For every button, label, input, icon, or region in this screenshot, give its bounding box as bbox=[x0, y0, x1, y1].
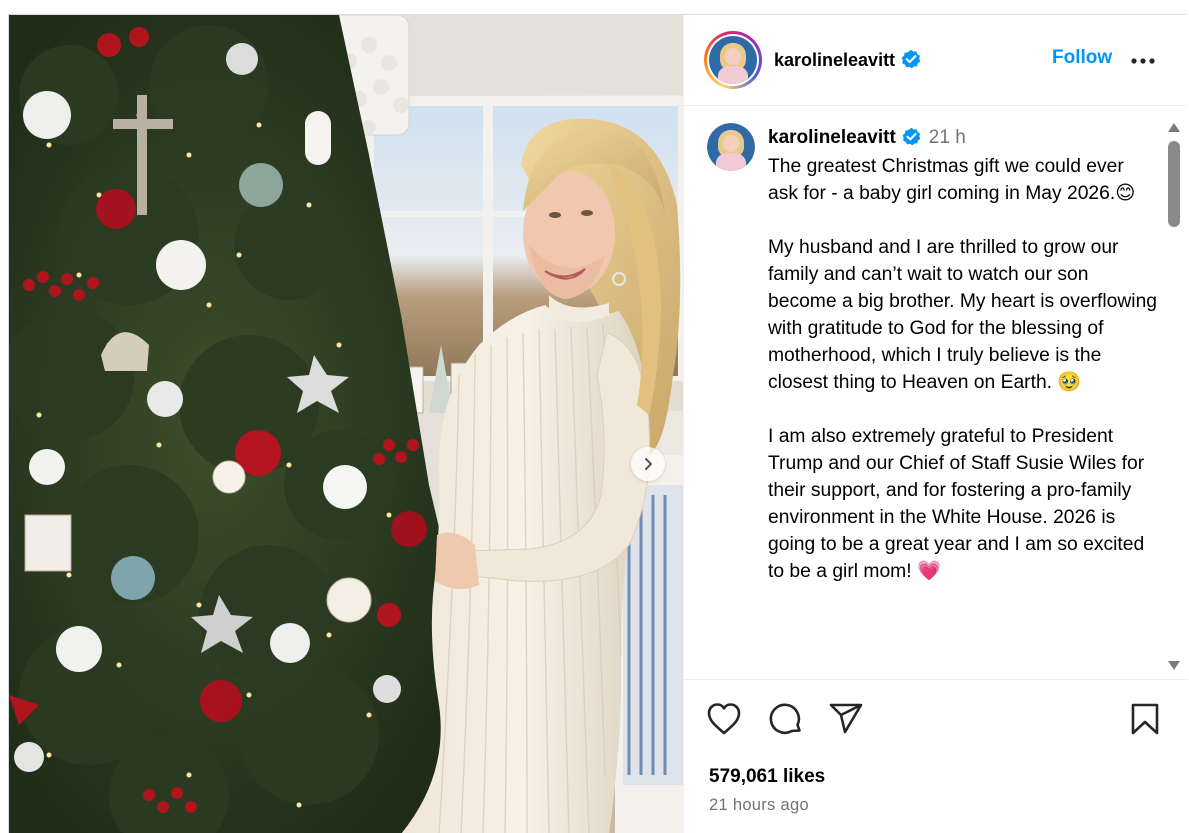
more-options-button[interactable] bbox=[1130, 49, 1156, 78]
like-count[interactable]: 579,061 likes bbox=[709, 766, 825, 788]
caption-scrollbar[interactable] bbox=[1164, 115, 1182, 679]
post-details-panel: karolineleavitt Follow karolineleavitt 2… bbox=[683, 15, 1188, 833]
caption-section: karolineleavitt 21 h The greatest Christ… bbox=[684, 107, 1188, 679]
bookmark-icon bbox=[1131, 703, 1159, 735]
photo-scene bbox=[9, 15, 683, 833]
scroll-down-arrow-icon[interactable] bbox=[1168, 661, 1180, 670]
share-icon bbox=[829, 703, 863, 734]
verified-badge-icon bbox=[901, 49, 921, 69]
header-username: karolineleavitt bbox=[774, 50, 896, 70]
follow-button[interactable]: Follow bbox=[1052, 47, 1112, 69]
next-photo-button[interactable] bbox=[631, 447, 665, 481]
story-ring-avatar[interactable] bbox=[704, 31, 762, 89]
caption-timestamp[interactable]: 21 h bbox=[929, 127, 966, 148]
scroll-thumb[interactable] bbox=[1168, 141, 1180, 227]
avatar bbox=[707, 123, 755, 171]
comment-button[interactable] bbox=[768, 702, 804, 743]
caption-username[interactable]: karolineleavitt bbox=[768, 127, 896, 148]
heart-icon bbox=[707, 703, 741, 735]
post-header: karolineleavitt Follow bbox=[684, 15, 1187, 106]
avatar bbox=[709, 36, 757, 84]
instagram-post: karolineleavitt Follow karolineleavitt 2… bbox=[8, 14, 1188, 833]
share-button[interactable] bbox=[828, 702, 864, 741]
header-username-link[interactable]: karolineleavitt bbox=[774, 49, 921, 71]
caption-text: The greatest Christmas gift we could eve… bbox=[768, 156, 1158, 582]
verified-badge-icon bbox=[902, 127, 921, 146]
caption-username-row: karolineleavitt 21 h bbox=[768, 127, 966, 149]
post-actions: 579,061 likes 21 hours ago bbox=[684, 679, 1188, 833]
comment-icon bbox=[769, 703, 801, 735]
like-button[interactable] bbox=[706, 702, 742, 741]
scroll-up-arrow-icon[interactable] bbox=[1168, 123, 1180, 132]
chevron-right-icon bbox=[645, 458, 652, 470]
post-photo[interactable] bbox=[9, 15, 683, 833]
post-timestamp[interactable]: 21 hours ago bbox=[709, 796, 809, 815]
save-button[interactable] bbox=[1130, 702, 1160, 741]
more-horizontal-icon bbox=[1131, 58, 1155, 64]
caption-avatar[interactable] bbox=[707, 123, 755, 171]
